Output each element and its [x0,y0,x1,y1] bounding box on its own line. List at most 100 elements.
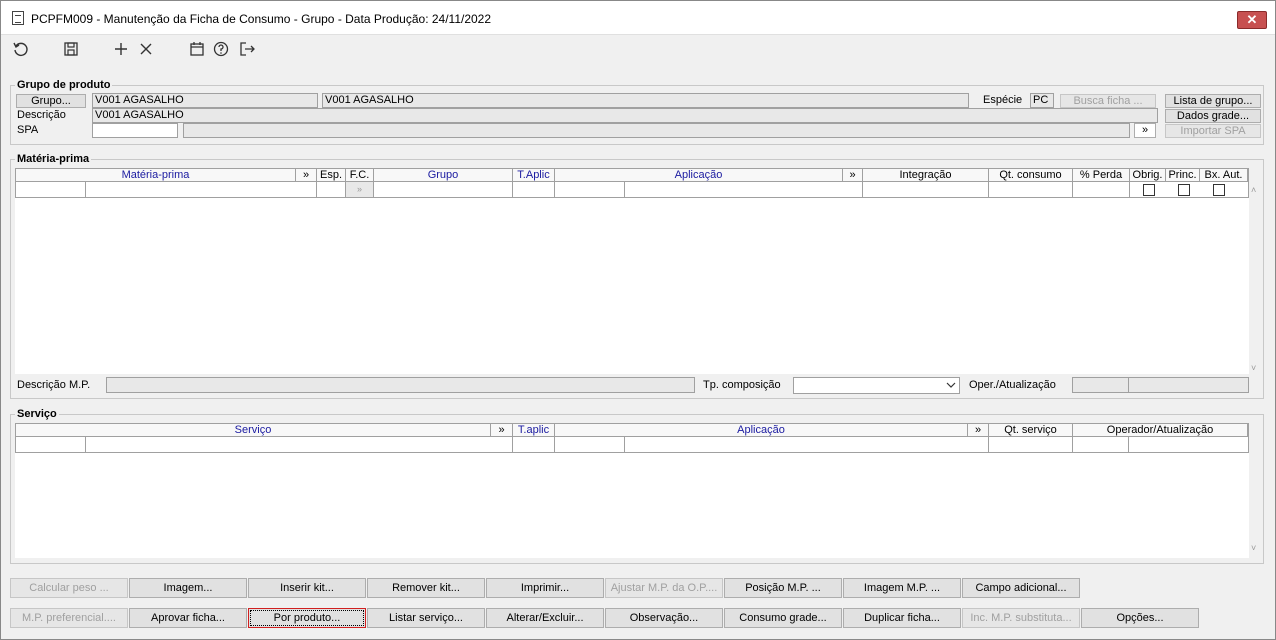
servico-grid-header: Serviço » T.aplic Aplicação » Qt. serviç… [15,423,1249,437]
cell-servico-desc[interactable] [86,437,513,452]
scroll-up-icon[interactable]: ˄ [1251,185,1256,195]
add-icon[interactable] [111,40,131,60]
busca-ficha-button[interactable]: Busca ficha ... [1060,94,1156,108]
spa-more-button[interactable]: » [1134,123,1156,138]
col-integracao[interactable]: Integração [863,169,989,181]
cell-perda[interactable] [1073,182,1130,197]
grupo-button[interactable]: Grupo... [16,94,86,108]
bx-aut-checkbox[interactable] [1213,184,1225,196]
dados-grade-button[interactable]: Dados grade... [1165,109,1261,123]
grupo-produto-legend: Grupo de produto [15,79,113,91]
delete-icon[interactable] [136,40,156,60]
duplicar-ficha-button[interactable]: Duplicar ficha... [843,608,961,628]
imagem-button[interactable]: Imagem... [129,578,247,598]
remover-kit-button[interactable]: Remover kit... [367,578,485,598]
grupo-code-field: V001 AGASALHO [92,93,318,108]
col-qt-servico[interactable]: Qt. serviço [989,424,1073,436]
col-more-1[interactable]: » [296,169,317,181]
consumo-grade-button[interactable]: Consumo grade... [724,608,842,628]
oper-atualizacao-label: Oper./Atualização [969,379,1056,391]
exit-icon[interactable] [237,40,257,60]
main-window: PCPFM009 - Manutenção da Ficha de Consum… [0,0,1276,640]
por-produto-button[interactable]: Por produto... [248,608,366,628]
princ-checkbox[interactable] [1178,184,1190,196]
imprimir-button[interactable]: Imprimir... [486,578,604,598]
inserir-kit-button[interactable]: Inserir kit... [248,578,366,598]
imagem-m-p-button[interactable]: Imagem M.P. ... [843,578,961,598]
cell-grupo[interactable] [374,182,513,197]
descricao-label: Descrição [17,109,66,121]
col-materia-prima[interactable]: Matéria-prima [16,169,296,181]
refresh-icon[interactable] [11,40,31,60]
table-row[interactable]: » [15,182,1249,198]
col-servico[interactable]: Serviço [16,424,491,436]
posicao-m-p-button[interactable]: Posição M.P. ... [724,578,842,598]
lista-grupo-button[interactable]: Lista de grupo... [1165,94,1261,108]
calendar-icon[interactable] [187,40,207,60]
ajustar-m-p-da-o-p-button[interactable]: Ajustar M.P. da O.P.... [605,578,723,598]
col-grupo[interactable]: Grupo [374,169,513,181]
cell-operador[interactable] [1073,437,1129,452]
materia-grid-body [15,182,1249,374]
calcular-peso-button[interactable]: Calcular peso ... [10,578,128,598]
scroll-down-icon[interactable]: ˅ [1251,543,1256,553]
col-servico-taplic[interactable]: T.aplic [513,424,555,436]
cell-materia-code[interactable] [16,182,86,197]
alterar-excluir-button[interactable]: Alterar/Excluir... [486,608,604,628]
cell-servico-taplic[interactable] [513,437,555,452]
col-esp[interactable]: Esp. [317,169,346,181]
opcoes-button[interactable]: Opções... [1081,608,1199,628]
col-qt-consumo[interactable]: Qt. consumo [989,169,1073,181]
cell-qt-consumo[interactable] [989,182,1073,197]
inc-m-p-substituta-button[interactable]: Inc. M.P. substituta... [962,608,1080,628]
listar-servico-button[interactable]: Listar serviço... [367,608,485,628]
col-servico-more-2[interactable]: » [968,424,989,436]
cell-aplicacao-desc[interactable] [625,182,863,197]
materia-prima-legend: Matéria-prima [15,153,92,165]
col-taplic[interactable]: T.Aplic [513,169,555,181]
chevron-down-icon[interactable] [945,379,957,391]
col-operador-atualizacao[interactable]: Operador/Atualização [1073,424,1248,436]
aprovar-ficha-button[interactable]: Aprovar ficha... [129,608,247,628]
table-row[interactable] [15,437,1249,453]
col-more-2[interactable]: » [843,169,863,181]
close-button[interactable]: ✕ [1237,11,1267,29]
col-bx-aut[interactable]: Bx. Aut. [1200,169,1248,181]
title-bar: PCPFM009 - Manutenção da Ficha de Consum… [1,1,1275,35]
cell-servico-aplic-desc[interactable] [625,437,989,452]
descricao-field: V001 AGASALHO [92,108,1158,123]
scroll-down-icon[interactable]: ˅ [1251,363,1256,373]
cell-qt-servico[interactable] [989,437,1073,452]
cell-esp[interactable] [317,182,346,197]
tp-composicao-label: Tp. composição [703,379,781,391]
spa-label: SPA [17,124,39,136]
cell-integracao[interactable] [863,182,989,197]
col-obrig[interactable]: Obrig. [1130,169,1166,181]
cell-servico-code[interactable] [16,437,86,452]
observacao-button[interactable]: Observação... [605,608,723,628]
document-icon [12,11,24,25]
help-icon[interactable] [211,40,231,60]
tp-composicao-select[interactable] [793,377,960,394]
descricao-mp-label: Descrição M.P. [17,379,91,391]
cell-servico-aplic-code[interactable] [555,437,625,452]
obrig-checkbox[interactable] [1143,184,1155,196]
m-p-preferencial-button[interactable]: M.P. preferencial.... [10,608,128,628]
cell-taplic[interactable] [513,182,555,197]
save-icon[interactable] [61,40,81,60]
col-princ[interactable]: Princ. [1166,169,1200,181]
col-servico-more-1[interactable]: » [491,424,513,436]
col-aplicacao[interactable]: Aplicação [555,169,843,181]
campo-adicional-button[interactable]: Campo adicional... [962,578,1080,598]
cell-fc-button[interactable]: » [346,182,374,197]
col-perda[interactable]: % Perda [1073,169,1130,181]
importar-spa-button[interactable]: Importar SPA [1165,124,1261,138]
spa-description-field [183,123,1130,138]
especie-label: Espécie [983,94,1023,106]
spa-input[interactable] [92,123,178,138]
materia-grid-header: Matéria-prima » Esp. F.C. Grupo T.Aplic … [15,168,1249,182]
col-servico-aplicacao[interactable]: Aplicação [555,424,968,436]
col-fc[interactable]: F.C. [346,169,374,181]
cell-materia-desc[interactable] [86,182,317,197]
cell-aplicacao-code[interactable] [555,182,625,197]
